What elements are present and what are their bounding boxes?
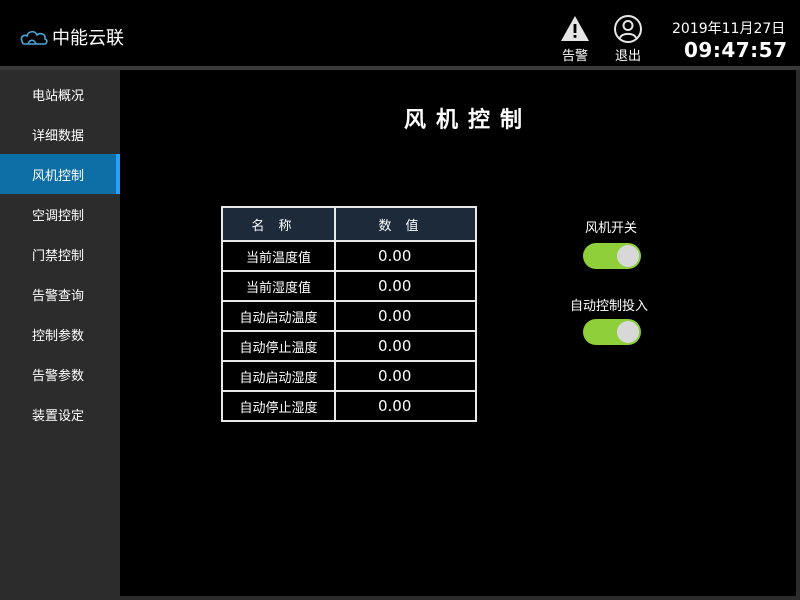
sidebar-item-detail-data[interactable]: 详细数据: [0, 114, 120, 154]
date-display: 2019年11月27日: [672, 21, 786, 37]
table-row: 当前温度值 0.00: [221, 240, 477, 272]
table-row: 自动启动温度 0.00: [221, 300, 477, 332]
cloud-logo-icon: [20, 30, 48, 45]
sidebar-item-label: 空调控制: [32, 208, 85, 224]
fan-data-table: 名称 数值 当前温度值 0.00 当前湿度值 0.00 自动启动温度 0.00 …: [221, 206, 477, 422]
sidebar-item-label: 风机控制: [32, 168, 85, 184]
row-value: 0.00: [334, 390, 477, 422]
alarm-label: 告警: [561, 49, 588, 64]
table-row: 当前湿度值 0.00: [221, 270, 477, 302]
sidebar-item-label: 装置设定: [32, 408, 85, 424]
sidebar-item-control-params[interactable]: 控制参数: [0, 314, 120, 354]
sidebar-item-alarm-params[interactable]: 告警参数: [0, 354, 120, 394]
sidebar-item-door-control[interactable]: 门禁控制: [0, 234, 120, 274]
row-name: 自动停止温度: [221, 330, 336, 362]
sidebar-item-fan-control[interactable]: 风机控制: [0, 154, 120, 194]
page-title: 风机控制: [403, 108, 532, 133]
toggle-knob: [617, 321, 639, 343]
alarm-button[interactable]: 告警: [560, 14, 590, 64]
sidebar: 电站概况 详细数据 风机控制 空调控制 门禁控制 告警查询 控制参数 告警参数 …: [0, 70, 120, 600]
row-value: 0.00: [334, 240, 477, 272]
sidebar-item-label: 告警查询: [32, 288, 85, 304]
table-header-row: 名称 数值: [221, 206, 477, 242]
row-name: 当前温度值: [221, 240, 336, 272]
table-row: 自动停止湿度 0.00: [221, 390, 477, 422]
auto-control-label: 自动控制投入: [570, 299, 649, 314]
row-name: 自动启动湿度: [221, 360, 336, 392]
sidebar-item-label: 详细数据: [32, 128, 85, 144]
sidebar-item-label: 告警参数: [32, 368, 85, 384]
sidebar-nav: 电站概况 详细数据 风机控制 空调控制 门禁控制 告警查询 控制参数 告警参数 …: [0, 70, 120, 434]
row-value: 0.00: [334, 360, 477, 392]
row-name: 自动停止湿度: [221, 390, 336, 422]
time-display: 09:47:57: [684, 38, 788, 62]
row-value: 0.00: [334, 330, 477, 362]
logout-button[interactable]: 退出: [613, 14, 643, 64]
row-value: 0.00: [334, 300, 477, 332]
table-row: 自动启动湿度 0.00: [221, 360, 477, 392]
user-icon: [614, 15, 642, 43]
column-header-value: 数值: [334, 206, 477, 242]
sidebar-item-station-overview[interactable]: 电站概况: [0, 74, 120, 114]
row-value: 0.00: [334, 270, 477, 302]
fan-switch-toggle[interactable]: [583, 243, 641, 269]
fan-switch-label: 风机开关: [585, 221, 638, 236]
logo-text: 中能云联: [52, 28, 124, 49]
table-row: 自动停止温度 0.00: [221, 330, 477, 362]
logout-label: 退出: [614, 49, 641, 64]
auto-control-toggle[interactable]: [583, 319, 641, 345]
column-header-name: 名称: [221, 206, 336, 242]
header: 中能云联 告警 退出 2019年11月27日 09:47:57: [0, 0, 800, 66]
sidebar-item-label: 控制参数: [32, 328, 85, 344]
frame-bottom-edge: [120, 596, 800, 600]
sidebar-item-label: 门禁控制: [32, 248, 85, 264]
sidebar-item-label: 电站概况: [32, 88, 85, 104]
row-name: 当前湿度值: [221, 270, 336, 302]
sidebar-item-alarm-query[interactable]: 告警查询: [0, 274, 120, 314]
main-panel: 风机控制 名称 数值 当前温度值 0.00 当前湿度值 0.00 自动启动温度 …: [120, 70, 796, 596]
sidebar-item-device-settings[interactable]: 装置设定: [0, 394, 120, 434]
toggle-knob: [617, 245, 639, 267]
row-name: 自动启动温度: [221, 300, 336, 332]
sidebar-item-ac-control[interactable]: 空调控制: [0, 194, 120, 234]
frame-right-edge: [796, 70, 800, 600]
logo: 中能云联: [18, 24, 124, 50]
warning-icon: [561, 16, 589, 41]
